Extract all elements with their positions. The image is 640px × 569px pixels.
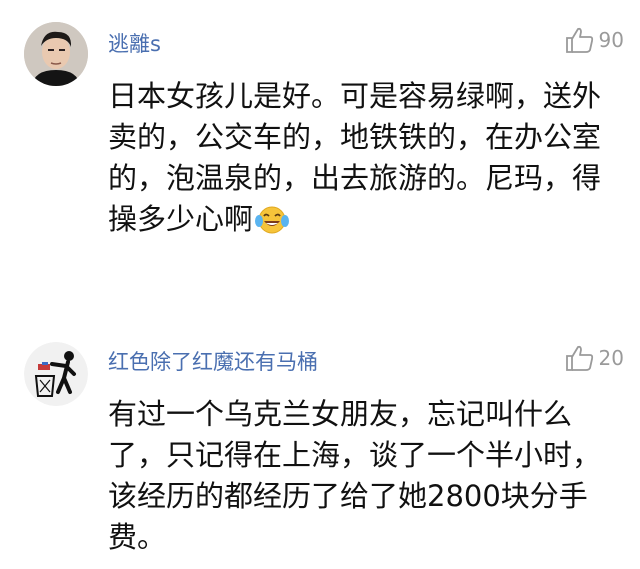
comment-line: 卖的，公交车的，地铁铁的，在办公室	[108, 120, 602, 154]
user-avatar[interactable]	[24, 22, 88, 86]
comment-line: 了，只记得在上海，谈了一个半小时，	[108, 438, 602, 472]
like-button[interactable]: 20	[565, 344, 624, 372]
thumbs-up-icon	[565, 345, 593, 371]
comment-item: 逃離s 90 日本女孩儿是好。可是容易绿啊，送外 卖的，公交车的，地铁铁的，在办…	[0, 0, 640, 290]
comment-text: 有过一个乌克兰女朋友，忘记叫什么 了，只记得在上海，谈了一个半小时， 该经历的都…	[108, 394, 628, 558]
comment-line: 有过一个乌克兰女朋友，忘记叫什么	[108, 397, 573, 431]
trash-throw-icon	[24, 342, 88, 406]
username[interactable]: 逃離s	[108, 28, 161, 58]
username[interactable]: 红色除了红魔还有马桶	[108, 346, 318, 376]
comment-line: 操多少心啊	[108, 202, 254, 236]
like-button[interactable]: 90	[565, 26, 624, 54]
comment-line: 日本女孩儿是好。可是容易绿啊，送外	[108, 79, 602, 113]
comment-line-with-emoji: 操多少心啊	[108, 199, 628, 246]
comment-line: 该经历的都经历了给了她2800块分手	[108, 479, 588, 513]
like-count: 90	[598, 28, 624, 52]
comment-line: 的，泡温泉的，出去旅游的。尼玛，得	[108, 161, 602, 195]
thumbs-up-icon	[565, 27, 593, 53]
like-count: 20	[598, 346, 624, 370]
comment-text: 日本女孩儿是好。可是容易绿啊，送外 卖的，公交车的，地铁铁的，在办公室 的，泡温…	[108, 76, 628, 246]
user-photo-icon	[24, 22, 88, 86]
comment-item: 红色除了红魔还有马桶 20 有过一个乌克兰女朋友，忘记叫什么 了，只记得在上海，…	[0, 290, 640, 569]
comment-line: 费。	[108, 520, 167, 554]
user-avatar[interactable]	[24, 342, 88, 406]
crying-laughing-emoji-icon	[255, 205, 290, 246]
